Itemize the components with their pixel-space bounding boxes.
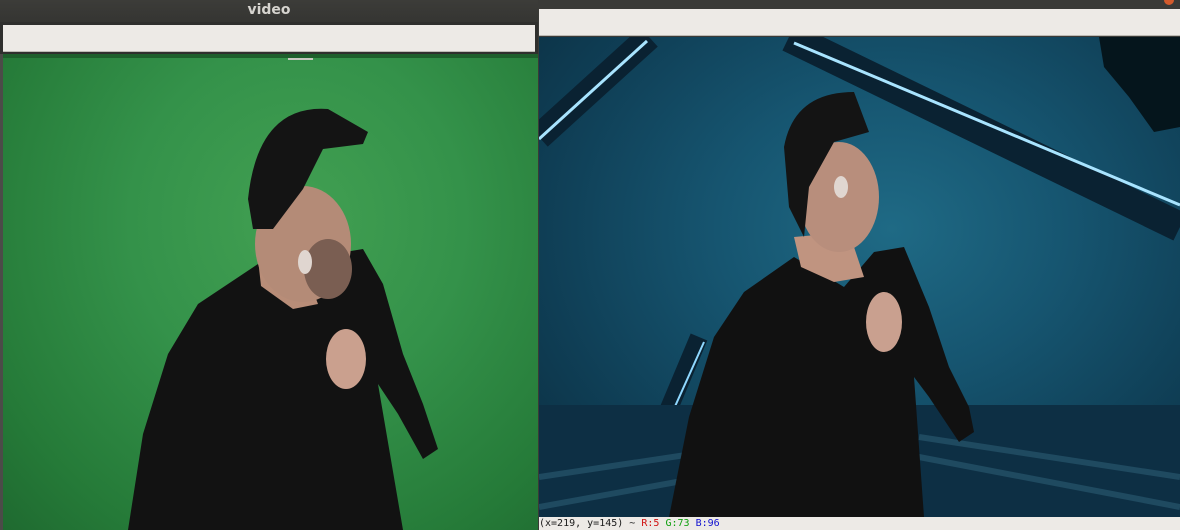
top-bar	[3, 54, 538, 58]
green-screen-video-frame[interactable]	[3, 54, 538, 530]
right-toolbar	[539, 9, 1180, 36]
neon-left	[539, 39, 649, 141]
corner-shadow	[1099, 37, 1180, 132]
green-value: G:73	[665, 518, 690, 529]
person-earbud	[834, 176, 848, 198]
pixel-status-bar: (x=219, y=145) ~ R:5 G:73 B:96	[539, 517, 1180, 530]
right-titlebar	[538, 0, 1180, 8]
composite-scene	[539, 37, 1180, 517]
person-fist	[326, 329, 366, 389]
close-button[interactable]	[1164, 0, 1174, 5]
beam-left	[539, 37, 658, 147]
person-fist	[866, 292, 902, 352]
composited-video-frame[interactable]	[539, 37, 1180, 517]
person-earbud	[298, 250, 312, 274]
red-value: R:5	[641, 518, 660, 529]
cursor-coords: (x=219, y=145) ~	[539, 518, 636, 529]
left-video-window: video	[0, 0, 538, 530]
left-toolbar	[3, 25, 535, 52]
person-beard	[304, 239, 352, 299]
window-title[interactable]: video	[0, 0, 538, 22]
green-screen-scene	[3, 54, 538, 530]
right-composite-window: (x=219, y=145) ~ R:5 G:73 B:96	[538, 0, 1180, 530]
blue-value: B:96	[695, 518, 720, 529]
